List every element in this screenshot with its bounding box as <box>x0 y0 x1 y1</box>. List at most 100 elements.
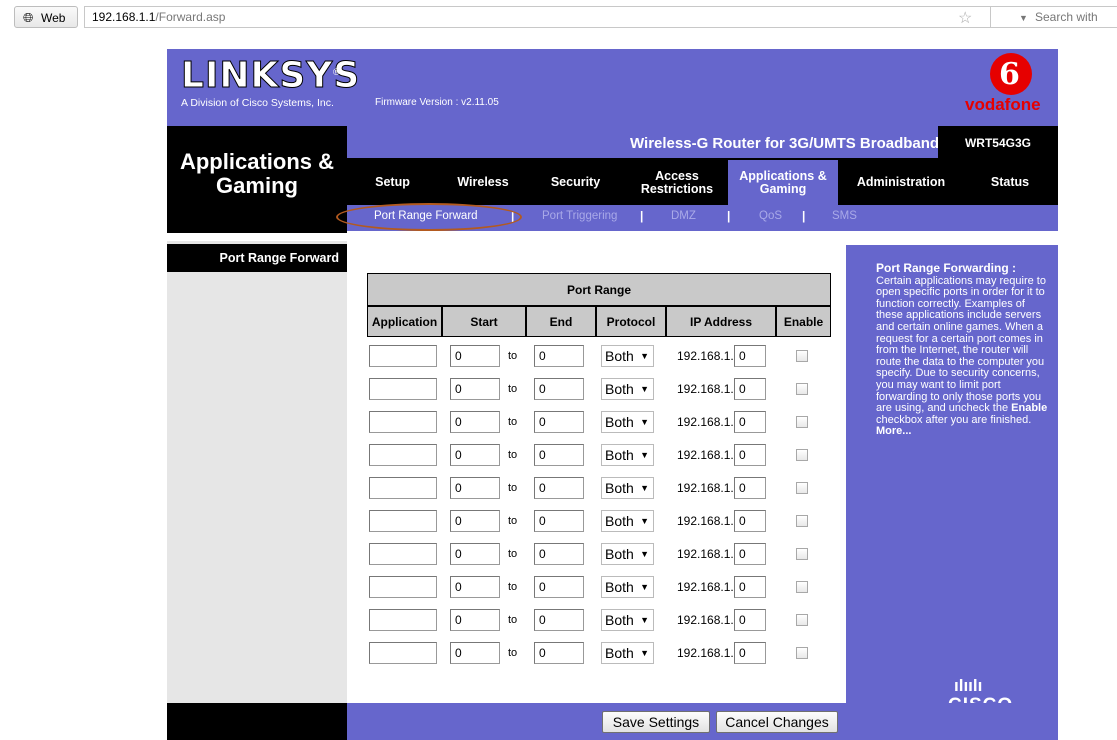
enable-checkbox[interactable] <box>796 581 808 593</box>
protocol-value: Both <box>605 579 634 595</box>
protocol-select[interactable]: Both ▼ <box>601 411 654 433</box>
ip-last-octet-input[interactable]: 0 <box>734 477 766 499</box>
subtab-qos[interactable]: QoS <box>759 210 782 222</box>
enable-checkbox[interactable] <box>796 482 808 494</box>
help-more-link[interactable]: More... <box>876 425 911 438</box>
end-port-input[interactable]: 0 <box>534 477 584 499</box>
protocol-select[interactable]: Both ▼ <box>601 477 654 499</box>
application-input[interactable] <box>369 477 437 499</box>
protocol-select[interactable]: Both ▼ <box>601 444 654 466</box>
col-application: Application <box>367 306 442 337</box>
ip-last-octet-input[interactable]: 0 <box>734 609 766 631</box>
protocol-select[interactable]: Both ▼ <box>601 345 654 367</box>
dropdown-icon: ▼ <box>640 582 649 592</box>
star-icon[interactable]: ☆ <box>958 8 972 28</box>
to-label: to <box>508 581 518 593</box>
protocol-select[interactable]: Both ▼ <box>601 576 654 598</box>
section-title: Applications & Gaming <box>179 149 334 198</box>
help-spacer <box>846 233 1058 245</box>
vodafone-logo-icon: 6 <box>990 53 1032 95</box>
ip-last-octet-input[interactable]: 0 <box>734 543 766 565</box>
end-port-input[interactable]: 0 <box>534 510 584 532</box>
enable-checkbox[interactable] <box>796 350 808 362</box>
dropdown-icon: ▼ <box>640 450 649 460</box>
ip-last-octet-input[interactable]: 0 <box>734 378 766 400</box>
ip-last-octet-input[interactable]: 0 <box>734 576 766 598</box>
application-input[interactable] <box>369 609 437 631</box>
start-port-input[interactable]: 0 <box>450 477 500 499</box>
start-port-input[interactable]: 0 <box>450 609 500 631</box>
tab-status[interactable]: Status <box>975 160 1045 205</box>
end-port-input[interactable]: 0 <box>534 378 584 400</box>
address-bar[interactable]: 192.168.1.1/Forward.asp <box>84 6 1009 28</box>
protocol-select[interactable]: Both ▼ <box>601 609 654 631</box>
application-input[interactable] <box>369 576 437 598</box>
tab-access-restrictions[interactable]: Access Restrictions <box>632 160 722 205</box>
ip-prefix: 192.168.1. <box>677 514 734 528</box>
dropdown-icon: ▼ <box>640 615 649 625</box>
col-enable: Enable <box>776 306 831 337</box>
search-input[interactable]: ▼ Search with <box>990 6 1117 28</box>
ip-last-octet-input[interactable]: 0 <box>734 411 766 433</box>
application-input[interactable] <box>369 378 437 400</box>
start-port-input[interactable]: 0 <box>450 543 500 565</box>
page-section-label: Port Range Forward <box>167 244 347 272</box>
enable-checkbox[interactable] <box>796 548 808 560</box>
ip-last-octet-input[interactable]: 0 <box>734 444 766 466</box>
start-port-input[interactable]: 0 <box>450 444 500 466</box>
start-port-input[interactable]: 0 <box>450 345 500 367</box>
protocol-select[interactable]: Both ▼ <box>601 378 654 400</box>
enable-checkbox[interactable] <box>796 647 808 659</box>
tab-setup[interactable]: Setup <box>355 160 430 205</box>
ip-last-octet-input[interactable]: 0 <box>734 345 766 367</box>
cancel-changes-button[interactable]: Cancel Changes <box>716 711 838 733</box>
tab-administration[interactable]: Administration <box>846 160 956 205</box>
dropdown-icon: ▼ <box>640 648 649 658</box>
start-port-input[interactable]: 0 <box>450 510 500 532</box>
start-port-input[interactable]: 0 <box>450 378 500 400</box>
end-port-input[interactable]: 0 <box>534 345 584 367</box>
protocol-select[interactable]: Both ▼ <box>601 642 654 664</box>
tab-security[interactable]: Security <box>538 160 613 205</box>
table-group-header: Port Range <box>367 273 831 306</box>
save-settings-button[interactable]: Save Settings <box>602 711 710 733</box>
protocol-value: Both <box>605 645 634 661</box>
end-port-input[interactable]: 0 <box>534 576 584 598</box>
end-port-input[interactable]: 0 <box>534 609 584 631</box>
start-port-input[interactable]: 0 <box>450 642 500 664</box>
subtab-port-triggering[interactable]: Port Triggering <box>542 210 617 222</box>
footer-left <box>167 703 347 740</box>
start-port-input[interactable]: 0 <box>450 576 500 598</box>
enable-checkbox[interactable] <box>796 416 808 428</box>
application-input[interactable] <box>369 411 437 433</box>
enable-checkbox[interactable] <box>796 449 808 461</box>
application-input[interactable] <box>369 345 437 367</box>
protocol-value: Both <box>605 480 634 496</box>
application-input[interactable] <box>369 543 437 565</box>
subtab-sms[interactable]: SMS <box>832 210 857 222</box>
ip-last-octet-input[interactable]: 0 <box>734 510 766 532</box>
enable-checkbox[interactable] <box>796 614 808 626</box>
help-body-bold: Enable <box>1011 402 1048 415</box>
protocol-select[interactable]: Both ▼ <box>601 510 654 532</box>
subnav-separator: | <box>802 209 806 223</box>
application-input[interactable] <box>369 510 437 532</box>
start-port-input[interactable]: 0 <box>450 411 500 433</box>
enable-checkbox[interactable] <box>796 383 808 395</box>
end-port-input[interactable]: 0 <box>534 543 584 565</box>
web-button[interactable]: 🌐︎ Web <box>14 6 78 28</box>
tab-wireless[interactable]: Wireless <box>443 160 523 205</box>
subtab-dmz[interactable]: DMZ <box>671 210 696 222</box>
web-button-label: Web <box>41 11 66 25</box>
end-port-input[interactable]: 0 <box>534 642 584 664</box>
globe-icon: 🌐︎ <box>23 10 34 25</box>
application-input[interactable] <box>369 444 437 466</box>
help-heading: Port Range Forwarding : <box>876 261 1017 275</box>
application-input[interactable] <box>369 642 437 664</box>
enable-checkbox[interactable] <box>796 515 808 527</box>
end-port-input[interactable]: 0 <box>534 444 584 466</box>
tab-applications-gaming[interactable]: Applications & Gaming <box>733 160 833 205</box>
protocol-select[interactable]: Both ▼ <box>601 543 654 565</box>
end-port-input[interactable]: 0 <box>534 411 584 433</box>
ip-last-octet-input[interactable]: 0 <box>734 642 766 664</box>
